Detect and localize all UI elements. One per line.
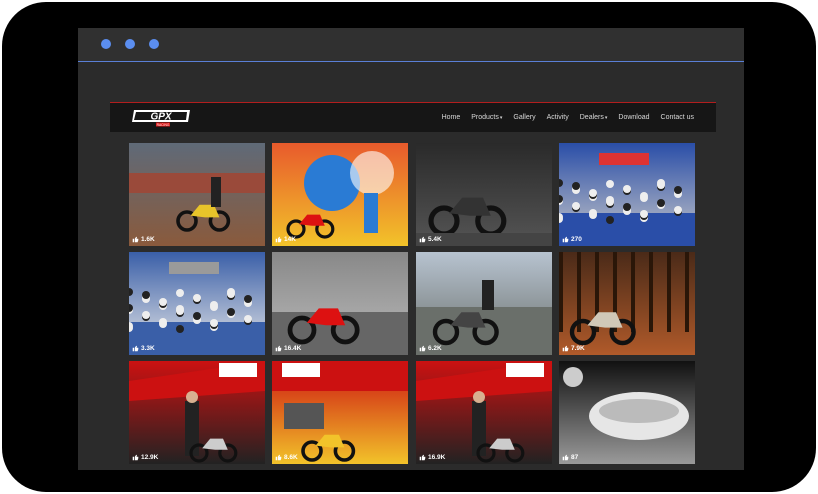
gallery-tile[interactable]: 7.9K (559, 252, 695, 355)
nav-home[interactable]: Home (442, 114, 461, 121)
nav-dealers[interactable]: Dealers▾ (580, 114, 608, 121)
like-count-label: 5.4K (428, 236, 442, 243)
thumbs-up-icon (132, 236, 139, 243)
chevron-down-icon: ▾ (604, 115, 608, 121)
thumbs-up-icon (419, 454, 426, 461)
nav-download[interactable]: Download (618, 114, 649, 121)
gallery-tile[interactable]: 12.9K (129, 361, 265, 464)
nav-gallery[interactable]: Gallery (513, 114, 535, 121)
logo-text: GPX (150, 112, 172, 123)
gallery-tile[interactable]: 14K (272, 143, 408, 246)
gallery-photo (559, 143, 695, 246)
like-count[interactable]: 6.2K (419, 345, 442, 352)
gallery-photo (272, 143, 408, 246)
like-count[interactable]: 14K (275, 236, 296, 243)
main-nav: Home Products▾ Gallery Activity Dealers▾… (442, 103, 694, 132)
like-count[interactable]: 7.9K (562, 345, 585, 352)
chevron-down-icon: ▾ (499, 115, 503, 121)
gallery-photo (559, 361, 695, 464)
gallery-tile[interactable]: 270 (559, 143, 695, 246)
like-count-label: 6.2K (428, 345, 442, 352)
nav-contact[interactable]: Contact us (661, 114, 694, 121)
thumbs-up-icon (132, 345, 139, 352)
like-count[interactable]: 270 (562, 236, 582, 243)
gallery-photo (272, 361, 408, 464)
nav-products-label: Products (471, 114, 499, 121)
gallery-tile[interactable]: 1.6K (129, 143, 265, 246)
like-count-label: 16.9K (428, 454, 446, 461)
thumbs-up-icon (275, 454, 282, 461)
thumbs-up-icon (562, 236, 569, 243)
like-count[interactable]: 1.6K (132, 236, 155, 243)
like-count-label: 12.9K (141, 454, 159, 461)
site-navbar: GPX RACING Home Products▾ Gallery Activi… (110, 102, 716, 132)
gallery-photo (129, 361, 265, 464)
thumbs-up-icon (419, 345, 426, 352)
thumbs-up-icon (275, 345, 282, 352)
browser-screen: GPX RACING Home Products▾ Gallery Activi… (78, 28, 744, 470)
gallery-photo (559, 252, 695, 355)
logo-subtext: RACING (157, 123, 170, 127)
window-dot-3[interactable] (149, 39, 159, 49)
like-count-label: 3.3K (141, 345, 155, 352)
nav-products[interactable]: Products▾ (471, 114, 502, 121)
like-count-label: 16.4K (284, 345, 302, 352)
gallery-photo (129, 143, 265, 246)
thumbs-up-icon (419, 236, 426, 243)
window-dot-1[interactable] (101, 39, 111, 49)
like-count[interactable]: 5.4K (419, 236, 442, 243)
nav-activity[interactable]: Activity (547, 114, 569, 121)
like-count[interactable]: 12.9K (132, 454, 158, 461)
gallery-tile[interactable]: 3.3K (129, 252, 265, 355)
like-count[interactable]: 8.6K (275, 454, 298, 461)
gallery-tile[interactable]: 8.6K (272, 361, 408, 464)
gallery-photo (129, 252, 265, 355)
like-count-label: 7.9K (571, 345, 585, 352)
thumbs-up-icon (132, 454, 139, 461)
browser-chrome (78, 28, 744, 62)
like-count-label: 270 (571, 236, 582, 243)
like-count[interactable]: 87 (562, 454, 578, 461)
like-count-label: 14K (284, 236, 296, 243)
gallery-tile[interactable]: 16.9K (416, 361, 552, 464)
like-count-label: 1.6K (141, 236, 155, 243)
thumbs-up-icon (275, 236, 282, 243)
nav-dealers-label: Dealers (579, 114, 604, 121)
gallery-photo (272, 252, 408, 355)
gallery-tile[interactable]: 6.2K (416, 252, 552, 355)
gallery-tile[interactable]: 87 (559, 361, 695, 464)
window-dot-2[interactable] (125, 39, 135, 49)
like-count[interactable]: 16.4K (275, 345, 301, 352)
gpx-logo[interactable]: GPX RACING (132, 108, 192, 128)
gallery-tile[interactable]: 16.4K (272, 252, 408, 355)
like-count[interactable]: 16.9K (419, 454, 445, 461)
gallery-photo (416, 361, 552, 464)
like-count[interactable]: 3.3K (132, 345, 155, 352)
gallery-photo (416, 143, 552, 246)
like-count-label: 8.6K (284, 454, 298, 461)
device-frame: GPX RACING Home Products▾ Gallery Activi… (2, 2, 816, 492)
gallery-photo (416, 252, 552, 355)
gallery-tile[interactable]: 5.4K (416, 143, 552, 246)
thumbs-up-icon (562, 345, 569, 352)
thumbs-up-icon (562, 454, 569, 461)
like-count-label: 87 (571, 454, 579, 461)
